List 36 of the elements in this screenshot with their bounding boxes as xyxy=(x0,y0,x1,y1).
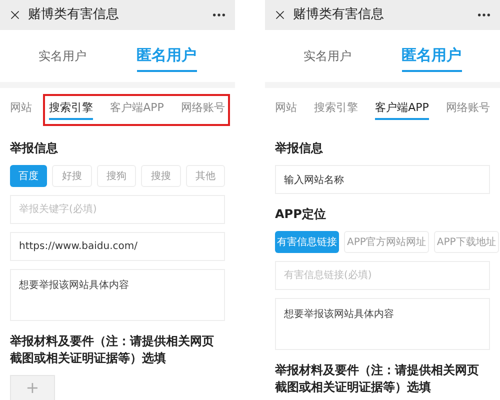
category-tab[interactable]: 客户端APP xyxy=(375,100,429,120)
category-tab[interactable]: 网络账号 xyxy=(446,100,490,120)
section-heading: 举报材料及要件（注：请提供相关网页截图或相关证明证据等）选填 xyxy=(10,333,215,367)
category-tab[interactable]: 网站 xyxy=(10,100,32,120)
text-area[interactable]: 想要举报该网站具体内容 xyxy=(10,269,225,321)
option-chip[interactable]: 百度 xyxy=(10,165,48,187)
user-tab[interactable]: 匿名用户 xyxy=(136,44,196,72)
option-chip[interactable]: 其他 xyxy=(186,165,226,187)
option-chip[interactable]: 有害信息链接 xyxy=(275,231,339,253)
section-heading: 举报材料及要件（注：请提供相关网页截图或相关证明证据等）选填 xyxy=(275,362,480,396)
upload-button[interactable]: + xyxy=(10,375,55,400)
close-icon[interactable] xyxy=(273,8,287,22)
window-title: 赌博类有害信息 xyxy=(293,6,384,24)
category-tab[interactable]: 搜索引擎 xyxy=(314,100,358,120)
text-field[interactable]: 输入网站名称 xyxy=(275,165,490,194)
section-heading: 举报信息 xyxy=(275,140,324,157)
category-tab[interactable]: 客户端APP xyxy=(110,100,164,120)
user-tab[interactable]: 实名用户 xyxy=(38,46,86,70)
section-heading: APP定位 xyxy=(275,206,327,223)
category-tab[interactable]: 搜索引擎 xyxy=(49,100,94,120)
section-heading: 举报信息 xyxy=(10,140,59,157)
window-title: 赌博类有害信息 xyxy=(28,6,119,24)
text-area[interactable]: 想要举报该网站具体内容 xyxy=(275,298,490,350)
option-chip[interactable]: 搜狗 xyxy=(96,165,136,187)
category-tab[interactable]: 网络账号 xyxy=(180,100,225,120)
text-field[interactable]: https://www.baidu.com/ xyxy=(10,232,225,261)
user-tab[interactable]: 实名用户 xyxy=(304,46,352,70)
option-chip[interactable]: APP下载地址 xyxy=(434,231,499,253)
text-field[interactable]: 举报关键字(必填) xyxy=(10,195,225,224)
option-chip[interactable]: 好搜 xyxy=(52,165,92,187)
category-tab[interactable]: 网站 xyxy=(275,100,297,120)
user-tab[interactable]: 匿名用户 xyxy=(402,44,462,72)
text-field[interactable]: 有害信息链接(必填) xyxy=(275,261,490,290)
option-chip[interactable]: APP官方网站网址 xyxy=(344,231,429,253)
close-icon[interactable] xyxy=(8,8,22,22)
option-chip[interactable]: 搜搜 xyxy=(141,165,181,187)
